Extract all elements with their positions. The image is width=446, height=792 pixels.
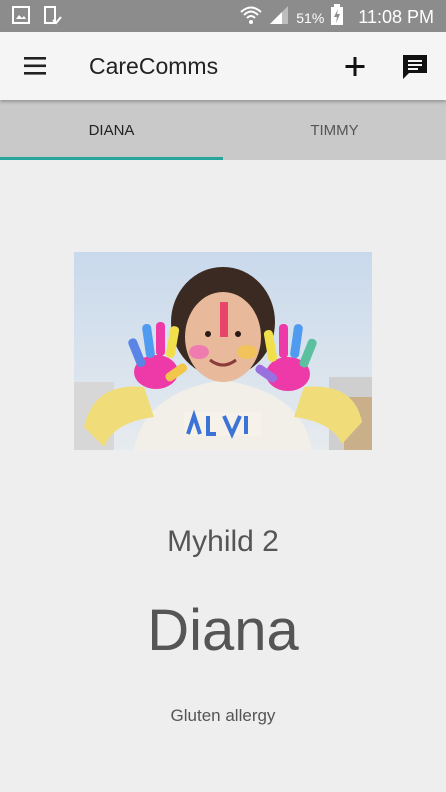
tab-indicator (0, 157, 223, 160)
battery-percent: 51% (296, 9, 325, 26)
tab-label: TIMMY (310, 121, 359, 139)
battery-charging-icon (330, 4, 344, 31)
menu-icon[interactable] (22, 54, 50, 78)
status-time: 11:08 PM (358, 7, 434, 27)
profile-photo (74, 252, 372, 450)
app-title: CareComms (89, 53, 219, 79)
wifi-icon (240, 5, 262, 30)
add-icon[interactable] (342, 52, 368, 80)
image-icon (12, 6, 30, 31)
app-bar: CareComms (0, 32, 446, 100)
profile-note: Gluten allergy (170, 706, 276, 725)
message-icon[interactable] (400, 52, 430, 82)
tab-bar: DIANA TIMMY (0, 100, 446, 160)
tablet-check-icon (42, 6, 62, 31)
signal-icon (268, 5, 290, 30)
profile-name: Diana (147, 598, 299, 663)
tab-timmy[interactable]: TIMMY (223, 100, 446, 160)
tab-label: DIANA (88, 121, 135, 139)
status-bar: 51% 11:08 PM (0, 0, 446, 32)
tab-diana[interactable]: DIANA (0, 100, 223, 160)
profile-subtitle: Myhild 2 (167, 525, 279, 558)
